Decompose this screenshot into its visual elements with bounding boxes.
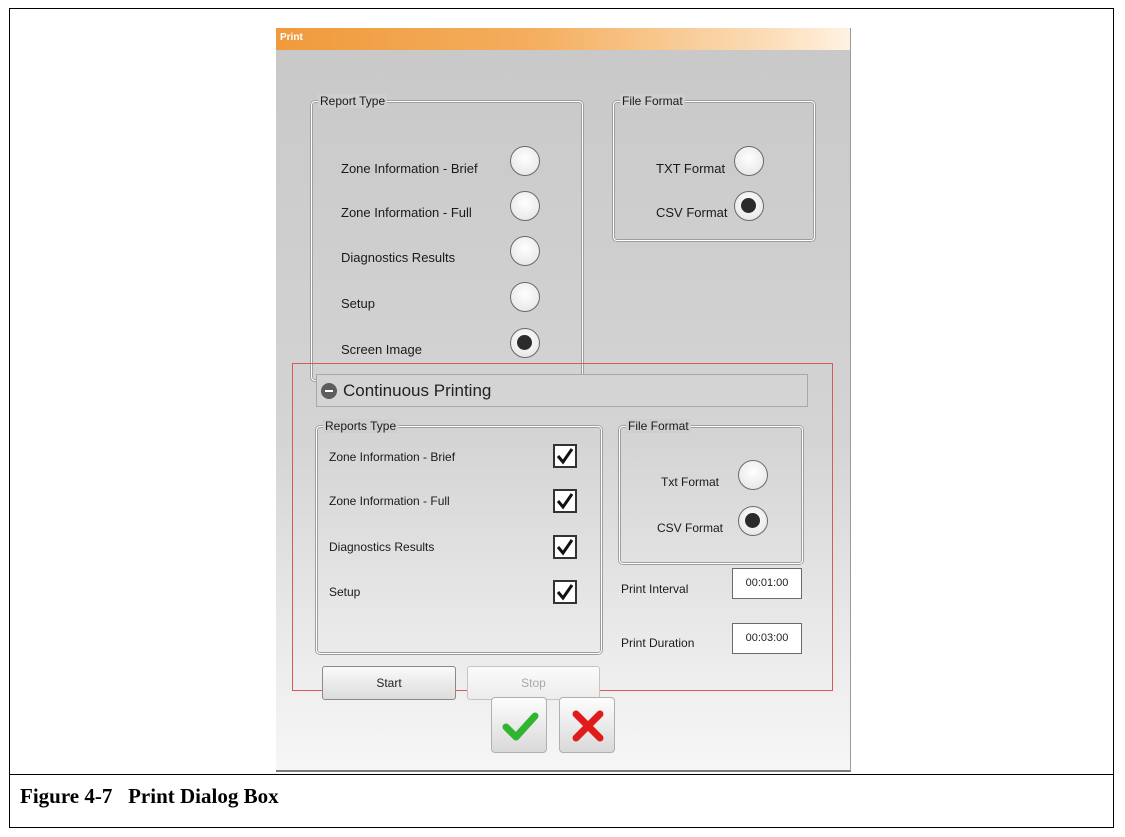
report-option-label: Zone Information - Brief bbox=[341, 161, 478, 176]
reports-option-label: Zone Information - Full bbox=[329, 494, 450, 508]
checkmark-icon bbox=[556, 584, 574, 601]
continuous-format-option-label: Txt Format bbox=[661, 475, 720, 489]
continuous-printing-title: Continuous Printing bbox=[343, 381, 492, 400]
continuous-file-format-group: File Format bbox=[619, 419, 803, 564]
checkmark-icon bbox=[556, 493, 574, 510]
print-duration-input[interactable]: 00:03:00 bbox=[732, 623, 802, 654]
report-radio-setup[interactable] bbox=[510, 282, 540, 312]
dialog-title-bar: Print bbox=[276, 28, 850, 50]
continuous-format-option-label: CSV Format bbox=[657, 521, 724, 535]
checkmark-icon bbox=[556, 539, 574, 556]
format-radio-csv[interactable] bbox=[734, 191, 764, 221]
figure-caption: Figure 4-7 Print Dialog Box bbox=[20, 784, 279, 808]
reports-check-setup[interactable] bbox=[553, 580, 577, 604]
format-option-label: TXT Format bbox=[656, 161, 726, 176]
ok-button[interactable] bbox=[491, 697, 547, 753]
report-type-title: Report Type bbox=[318, 94, 388, 108]
format-radio-txt[interactable] bbox=[734, 146, 764, 176]
continuous-format-radio-csv[interactable] bbox=[738, 506, 768, 536]
print-dialog: Print Report Type Zone Information - Bri… bbox=[276, 28, 851, 772]
report-type-group: Report Type bbox=[311, 94, 583, 381]
file-format-title: File Format bbox=[620, 94, 685, 108]
report-option-label: Setup bbox=[341, 296, 375, 311]
reports-check-zone-full[interactable] bbox=[553, 489, 577, 513]
x-icon bbox=[572, 710, 604, 742]
print-duration-label: Print Duration bbox=[621, 636, 695, 650]
stop-button[interactable]: Stop bbox=[467, 666, 600, 700]
reports-check-zone-brief[interactable] bbox=[553, 444, 577, 468]
caption-divider bbox=[9, 774, 1114, 775]
checkmark-icon bbox=[502, 712, 539, 741]
dialog-title: Print bbox=[280, 32, 303, 43]
cancel-button[interactable] bbox=[559, 697, 615, 753]
reports-type-title: Reports Type bbox=[323, 419, 399, 433]
report-radio-zone-full[interactable] bbox=[510, 191, 540, 221]
reports-option-label: Zone Information - Brief bbox=[329, 450, 456, 464]
continuous-format-radio-txt[interactable] bbox=[738, 460, 768, 490]
continuous-printing-header[interactable]: Continuous Printing bbox=[316, 374, 808, 407]
report-radio-screen-image[interactable] bbox=[510, 328, 540, 358]
start-button[interactable]: Start bbox=[322, 666, 456, 700]
print-interval-label: Print Interval bbox=[621, 582, 689, 596]
format-option-label: CSV Format bbox=[656, 205, 728, 220]
minus-circle-icon[interactable] bbox=[321, 383, 337, 399]
reports-option-label: Setup bbox=[329, 585, 361, 599]
checkmark-icon bbox=[556, 448, 574, 465]
continuous-file-format-title: File Format bbox=[626, 419, 691, 433]
report-option-label: Screen Image bbox=[341, 342, 422, 357]
report-radio-zone-brief[interactable] bbox=[510, 146, 540, 176]
report-option-label: Diagnostics Results bbox=[341, 250, 456, 265]
report-radio-diagnostics[interactable] bbox=[510, 236, 540, 266]
print-interval-input[interactable]: 00:01:00 bbox=[732, 568, 802, 599]
report-option-label: Zone Information - Full bbox=[341, 205, 472, 220]
reports-option-label: Diagnostics Results bbox=[329, 540, 435, 554]
reports-check-diagnostics[interactable] bbox=[553, 535, 577, 559]
